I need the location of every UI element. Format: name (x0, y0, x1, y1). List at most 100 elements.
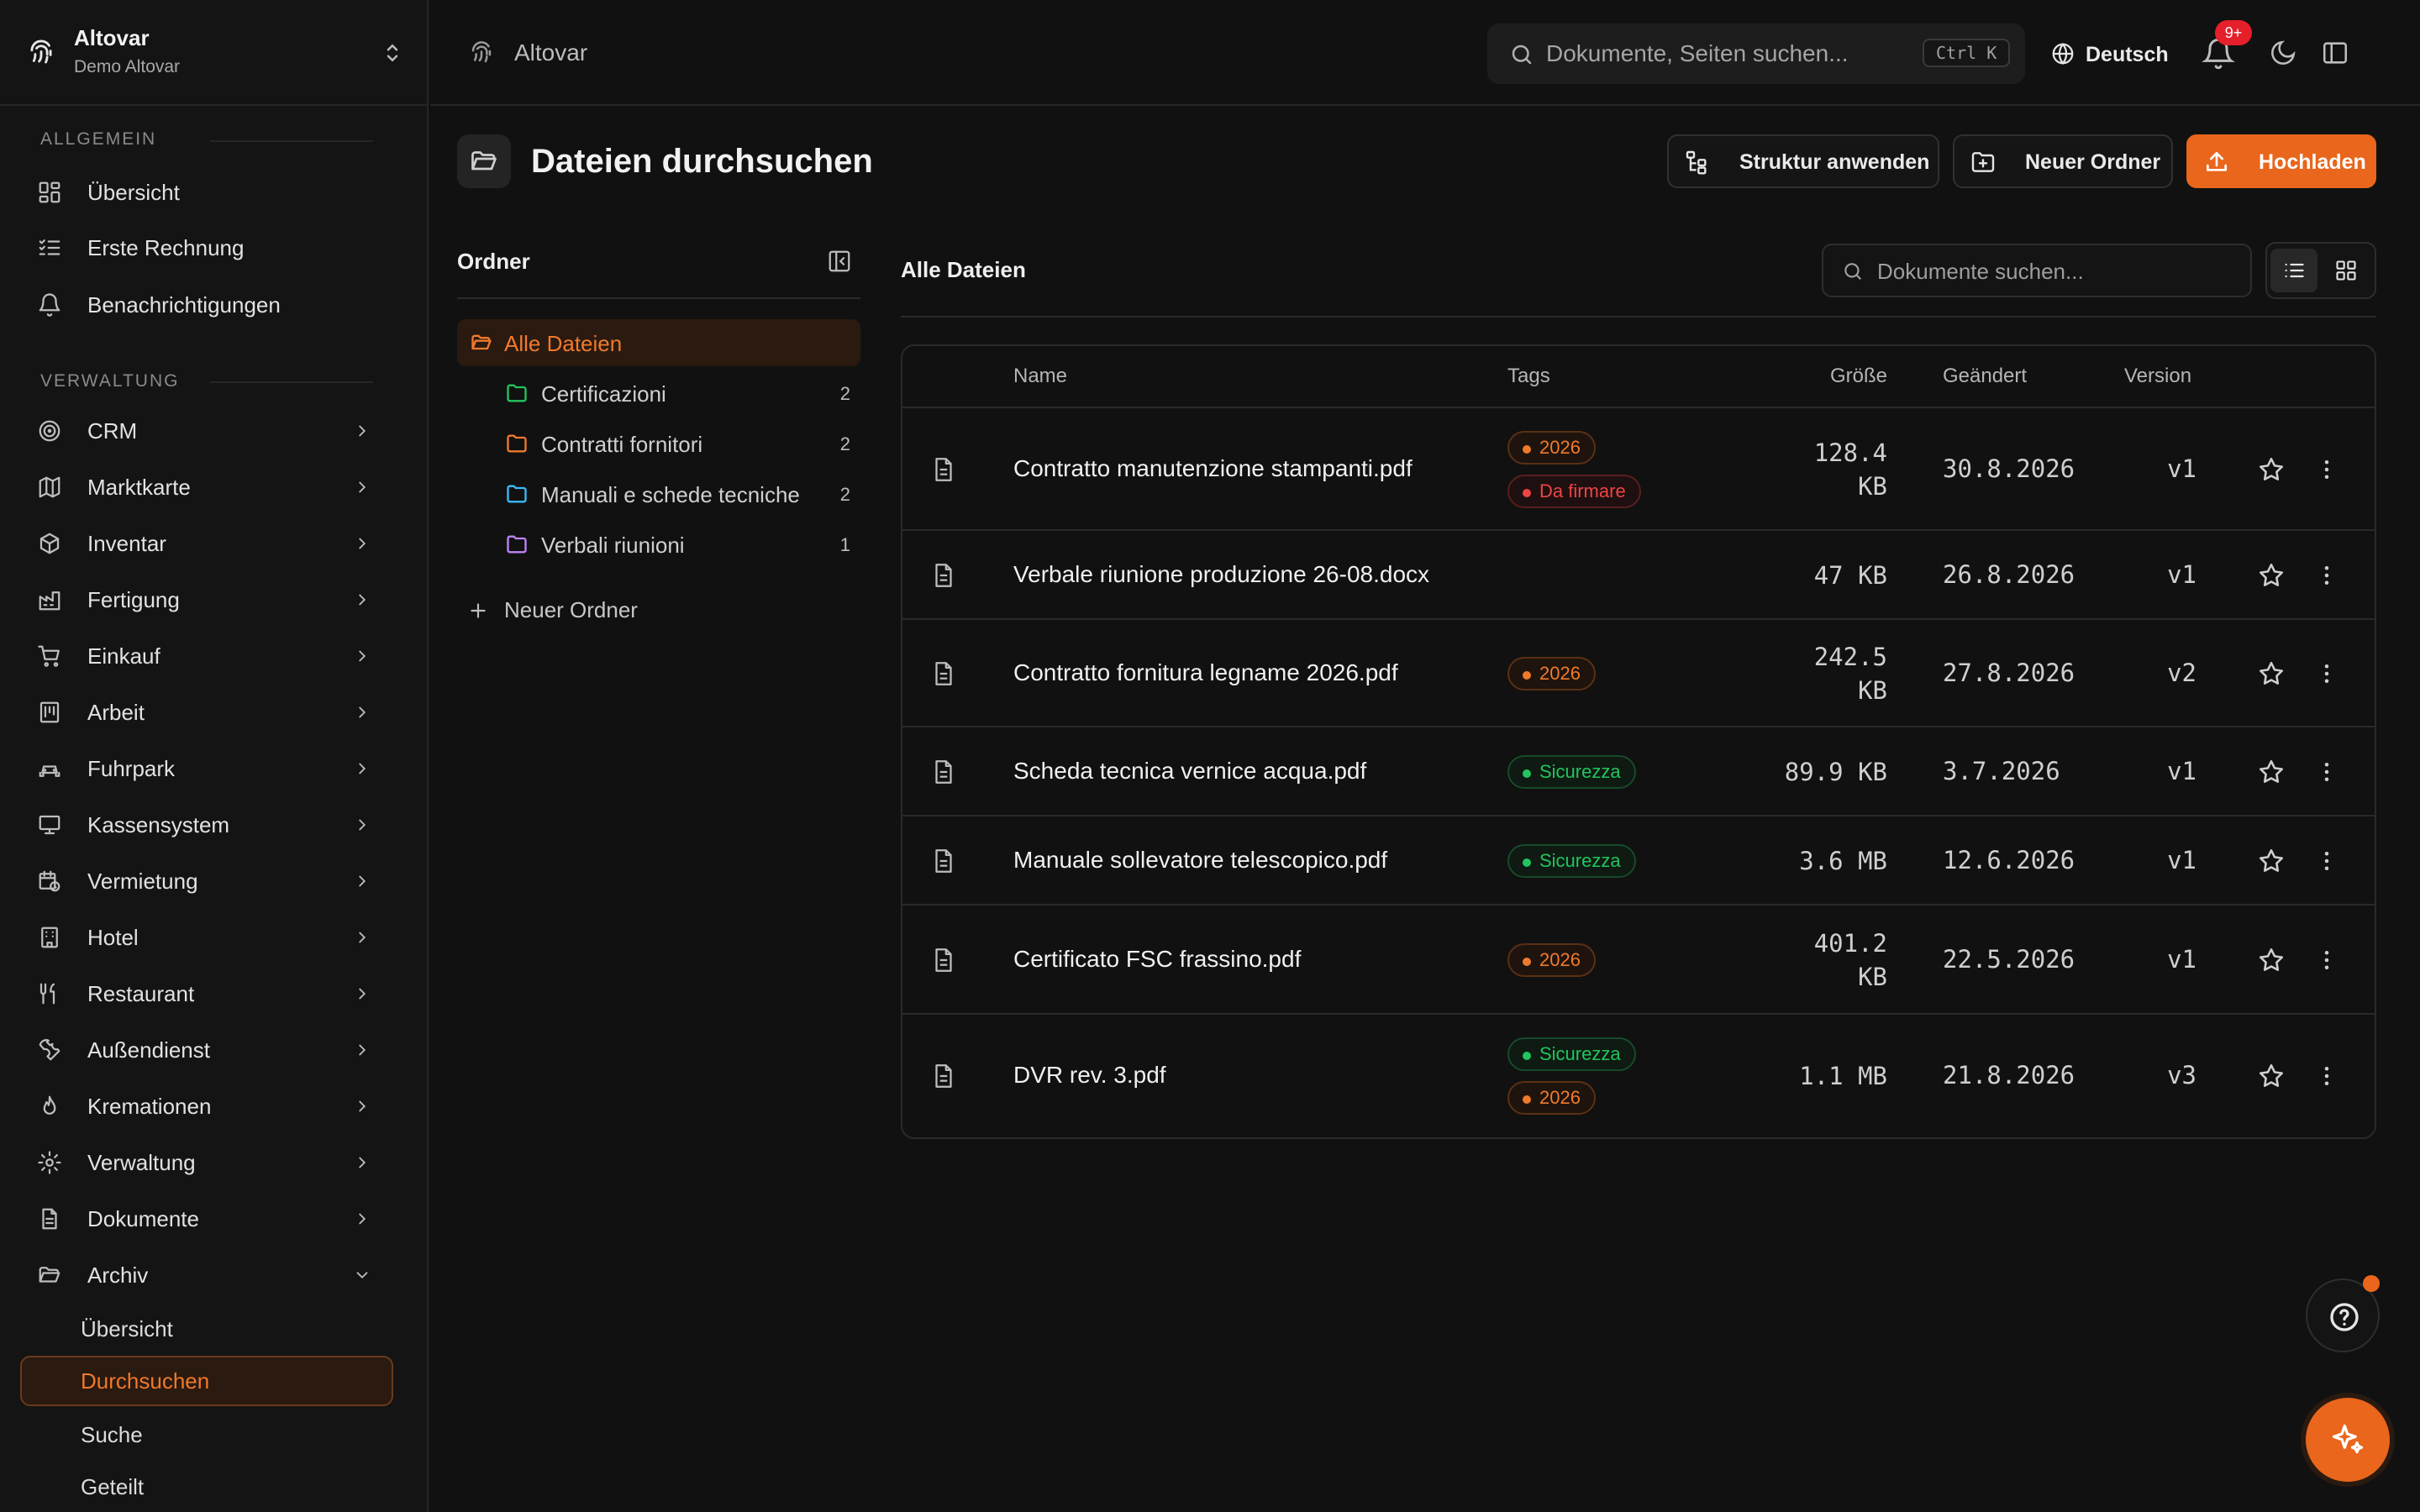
sidebar-item-inventar[interactable]: Inventar (20, 519, 390, 568)
breadcrumb[interactable]: Altovar (514, 39, 587, 66)
star-icon[interactable] (2257, 659, 2286, 688)
sidebar-item-archiv[interactable]: Archiv (20, 1251, 390, 1299)
collapse-panel-icon[interactable] (827, 249, 852, 274)
upload-label: Hochladen (2259, 150, 2366, 174)
folder-open-icon (471, 334, 492, 350)
chevron-right-icon (359, 706, 366, 718)
table-row[interactable]: Contratto manutenzione stampanti.pdf 2026… (902, 408, 2375, 531)
checklist-icon (39, 239, 60, 255)
table-row[interactable]: Contratto fornitura legname 2026.pdf 2026… (902, 620, 2375, 727)
table-row[interactable]: DVR rev. 3.pdf Sicurezza 2026 1.1 MB 21.8.20… (902, 1015, 2375, 1137)
sidebar-item-erste-rechnung[interactable]: Erste Rechnung (20, 223, 390, 272)
sidebar-item-dokumente[interactable]: Dokumente (20, 1194, 390, 1243)
sidebar-item-fertigung[interactable]: Fertigung (20, 575, 390, 624)
folder-all-files[interactable]: Alle Dateien (457, 319, 860, 366)
table-row[interactable]: Verbale riunione produzione 26-08.docx 47… (902, 531, 2375, 620)
file-version: v1 (2167, 560, 2196, 589)
more-vertical-icon[interactable] (2314, 563, 2339, 588)
sidebar-item-arbeit[interactable]: Arbeit (20, 688, 390, 737)
star-icon[interactable] (2257, 455, 2286, 484)
archive-sub-label: Geteilt (81, 1474, 145, 1499)
file-name[interactable]: Verbale riunione produzione 26-08.docx (1013, 561, 1429, 588)
sidebar-item-hotel[interactable]: Hotel (20, 913, 390, 962)
sidebar-item-einkauf[interactable]: Einkauf (20, 632, 390, 680)
folder-label: Manuali e schede tecniche (541, 482, 800, 507)
global-search[interactable]: Ctrl K (1487, 24, 2025, 84)
file-name[interactable]: Certificato FSC frassino.pdf (1013, 946, 1301, 973)
table-row[interactable]: Certificato FSC frassino.pdf 2026 401.2 KB 2… (902, 906, 2375, 1015)
folder-item[interactable]: Certificazioni 2 (457, 370, 860, 417)
folder-label: Contratti fornitori (541, 432, 703, 457)
more-vertical-icon[interactable] (2314, 661, 2339, 686)
document-search-input[interactable] (1877, 256, 2230, 286)
star-icon[interactable] (2257, 758, 2286, 786)
chevron-right-icon (359, 1044, 366, 1056)
file-name[interactable]: Contratto manutenzione stampanti.pdf (1013, 455, 1413, 482)
archive-sub-label: Übersicht (81, 1316, 173, 1341)
column-name[interactable]: Name (1013, 365, 1067, 388)
star-icon[interactable] (2257, 1062, 2286, 1090)
sidebar-item-ubersicht[interactable]: Übersicht (20, 168, 390, 217)
folders-divider (457, 297, 860, 299)
archive-sub-durchsuchen[interactable]: Durchsuchen (20, 1356, 393, 1406)
sidebar-item-kassensystem[interactable]: Kassensystem (20, 801, 390, 849)
add-folder-link[interactable]: Neuer Ordner (467, 593, 719, 627)
workspace-switcher[interactable]: Altovar Demo Altovar (0, 0, 429, 106)
star-icon[interactable] (2257, 561, 2286, 590)
moon-icon[interactable] (2269, 39, 2297, 67)
sidebar-item-verwaltung[interactable]: Verwaltung (20, 1138, 390, 1187)
file-name[interactable]: Scheda tecnica vernice acqua.pdf (1013, 758, 1366, 785)
more-vertical-icon[interactable] (2314, 948, 2339, 973)
star-icon[interactable] (2257, 847, 2286, 875)
archive-sub-ubersicht[interactable]: Übersicht (20, 1304, 393, 1354)
file-modified: 30.8.2026 (1943, 454, 2075, 483)
sidebar-item-fuhrpark[interactable]: Fuhrpark (20, 744, 390, 793)
help-indicator-dot (2363, 1275, 2380, 1292)
car-icon (39, 765, 60, 777)
section-admin-label: VERWALTUNG (40, 371, 180, 391)
folder-item[interactable]: Contratti fornitori 2 (457, 420, 860, 467)
ai-assistant-button[interactable] (2306, 1398, 2390, 1482)
upload-button[interactable]: Hochladen (2186, 134, 2376, 188)
archive-sub-geteilt[interactable]: Geteilt (20, 1462, 393, 1512)
sidebar-item-benachrichtigungen[interactable]: Benachrichtigungen (20, 281, 390, 329)
language-switcher[interactable]: Deutsch (2050, 37, 2176, 71)
archive-sub-suche[interactable]: Suche (20, 1410, 393, 1460)
column-modified[interactable]: Geändert (1943, 365, 2027, 388)
document-search[interactable] (1822, 244, 2252, 297)
file-name[interactable]: DVR rev. 3.pdf (1013, 1062, 1166, 1089)
sidebar-item-kremationen[interactable]: Kremationen (20, 1082, 390, 1131)
more-vertical-icon[interactable] (2314, 759, 2339, 785)
sidebar-item-aussendienst[interactable]: Außendienst (20, 1026, 390, 1074)
apply-structure-button[interactable]: Struktur anwenden (1667, 134, 1939, 188)
file-version: v1 (2167, 757, 2196, 785)
file-modified: 21.8.2026 (1943, 1061, 2075, 1089)
sidebar-toggle-icon[interactable] (2321, 39, 2349, 67)
file-name[interactable]: Contratto fornitura legname 2026.pdf (1013, 659, 1398, 686)
sidebar-item-marktkarte[interactable]: Marktkarte (20, 463, 390, 512)
file-icon (935, 948, 952, 972)
more-vertical-icon[interactable] (2314, 848, 2339, 874)
file-size: 128.4 (1813, 438, 1887, 467)
column-size[interactable]: Größe (1830, 365, 1887, 388)
dashboard-icon (39, 181, 60, 203)
grid-view-button[interactable] (2323, 249, 2370, 292)
sidebar-item-restaurant[interactable]: Restaurant (20, 969, 390, 1018)
sidebar-item-label: Einkauf (87, 643, 160, 669)
sidebar-item-vermietung[interactable]: Vermietung (20, 857, 390, 906)
table-row[interactable]: Manuale sollevatore telescopico.pdf Sicur… (902, 816, 2375, 906)
more-vertical-icon[interactable] (2314, 457, 2339, 482)
sidebar-item-label: Archiv (87, 1263, 149, 1288)
folder-item[interactable]: Manuali e schede tecniche 2 (457, 470, 860, 517)
star-icon[interactable] (2257, 946, 2286, 974)
folder-item[interactable]: Verbali riunioni 1 (457, 521, 860, 568)
file-name[interactable]: Manuale sollevatore telescopico.pdf (1013, 847, 1387, 874)
new-folder-button[interactable]: Neuer Ordner (1953, 134, 2173, 188)
list-view-button[interactable] (2270, 249, 2317, 292)
sidebar-item-crm[interactable]: CRM (20, 407, 390, 455)
global-search-input[interactable] (1546, 37, 1899, 71)
folder-count: 2 (839, 433, 850, 454)
table-row[interactable]: Scheda tecnica vernice acqua.pdf Sicurezz… (902, 727, 2375, 816)
factory-icon (39, 591, 60, 611)
more-vertical-icon[interactable] (2314, 1063, 2339, 1089)
